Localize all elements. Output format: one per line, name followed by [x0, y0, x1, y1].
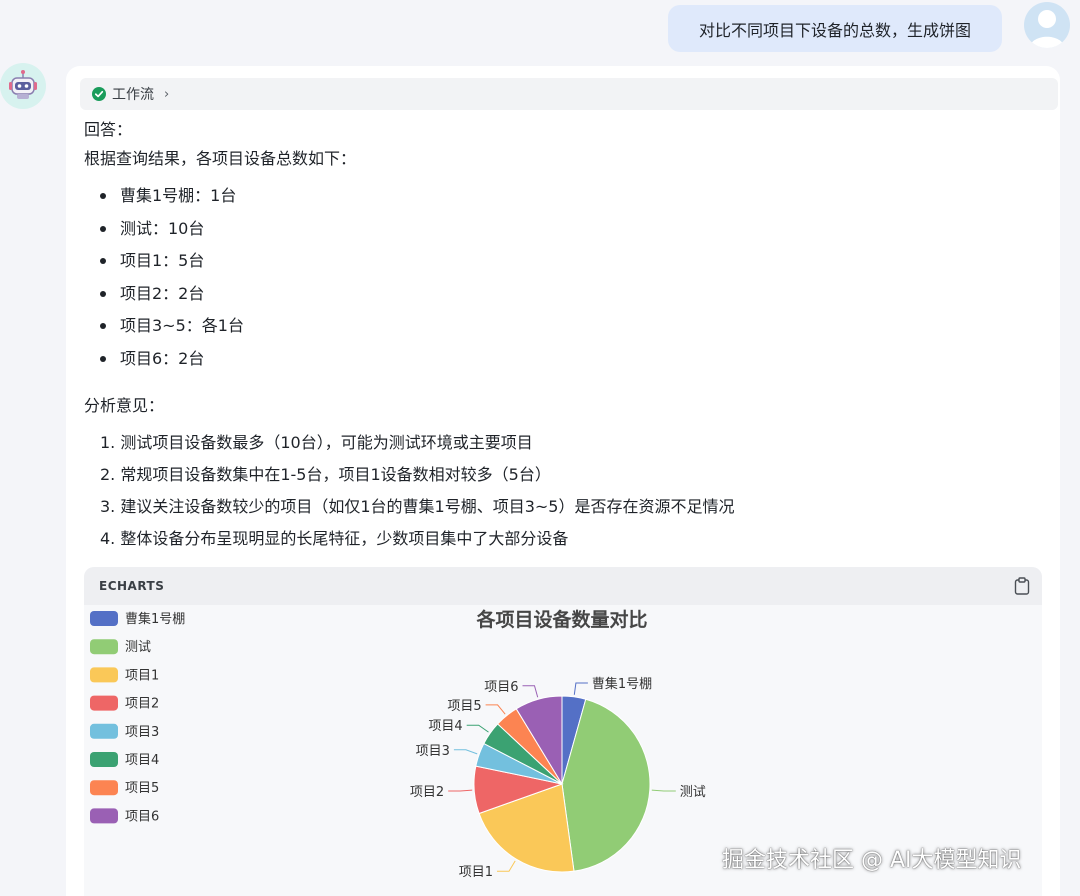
legend-label[interactable]: 项目4 — [125, 753, 159, 768]
echarts-label: ECHARTS — [99, 579, 165, 593]
pie-label-line — [522, 685, 539, 698]
pie-label: 项目3 — [416, 744, 450, 759]
legend-label[interactable]: 曹集1号棚 — [125, 611, 185, 627]
bot-avatar — [0, 63, 46, 109]
robot-icon — [9, 70, 37, 99]
analysis-list: 1. 测试项目设备数最多（10台），可能为测试环境或主要项目 2. 常规项目设备… — [100, 430, 734, 558]
pie-label-line — [485, 704, 506, 715]
device-count-list: 曹集1号棚：1台 测试：10台 项目1：5台 项目2：2台 项目3~5：各1台 … — [100, 183, 244, 378]
legend-swatch[interactable] — [90, 723, 118, 739]
workflow-label: 工作流 — [112, 87, 154, 103]
answer-intro: 根据查询结果，各项目设备总数如下： — [84, 149, 357, 168]
pie-slices — [473, 695, 651, 873]
chart-title: 各项目设备数量对比 — [475, 608, 647, 631]
pie-label-line — [453, 749, 478, 755]
legend-swatch[interactable] — [90, 639, 118, 655]
user-avatar — [1024, 2, 1070, 48]
pie-label: 曹集1号棚 — [592, 676, 652, 692]
list-item: 项目6：2台 — [100, 346, 244, 379]
pie-label-line — [573, 682, 588, 695]
legend-swatch[interactable] — [90, 611, 118, 626]
legend-swatch[interactable] — [90, 808, 118, 824]
chart-legend: 曹集1号棚测试项目1 项目2 项目3 项目4 项目5 项目6 — [90, 611, 185, 824]
legend-label[interactable]: 测试 — [125, 640, 151, 655]
pie-label-line — [497, 860, 516, 872]
list-item: 1. 测试项目设备数最多（10台），可能为测试环境或主要项目 — [100, 433, 533, 452]
user-message-text: 对比不同项目下设备的总数，生成饼图 — [698, 20, 971, 40]
legend-swatch[interactable] — [90, 667, 118, 683]
list-item: 测试：10台 — [100, 216, 244, 249]
workflow-toggle[interactable]: 工作流 › — [80, 78, 1058, 110]
pie-label: 项目6 — [484, 680, 518, 695]
legend-label[interactable]: 项目6 — [125, 809, 159, 824]
pie-label: 项目5 — [447, 699, 481, 714]
pie-label: 项目1 — [459, 865, 493, 880]
watermark: 掘金技术社区 @ AI大模型知识 — [722, 848, 1022, 873]
echarts-header: ECHARTS — [84, 567, 1042, 605]
legend-label[interactable]: 项目1 — [125, 668, 159, 683]
user-message-bubble: 对比不同项目下设备的总数，生成饼图 — [668, 5, 1002, 52]
analysis-heading: 分析意见： — [84, 396, 165, 415]
chevron-right-icon: › — [164, 86, 170, 102]
answer-heading: 回答： — [84, 120, 133, 139]
list-item: 项目3~5：各1台 — [100, 313, 244, 346]
legend-swatch[interactable] — [90, 752, 118, 767]
pie-label-line — [448, 789, 473, 792]
user-avatar-icon — [1029, 10, 1065, 48]
legend-label[interactable]: 项目2 — [125, 697, 159, 712]
list-item: 项目1：5台 — [100, 248, 244, 281]
check-circle-icon — [92, 87, 106, 101]
list-item: 曹集1号棚：1台 — [100, 183, 244, 216]
pie-label: 项目4 — [428, 719, 462, 734]
legend-label[interactable]: 项目3 — [125, 725, 159, 740]
list-item: 3. 建议关注设备数较少的项目（如仅1台的曹集1号棚、项目3~5）是否存在资源不… — [100, 497, 735, 516]
clipboard-icon[interactable] — [1014, 577, 1030, 595]
list-item: 4. 整体设备分布呈现明显的长尾特征，少数项目集中了大部分设备 — [100, 529, 569, 548]
legend-swatch[interactable] — [90, 695, 118, 711]
list-item: 2. 常规项目设备数集中在1-5台，项目1设备数相对较多（5台） — [100, 465, 551, 484]
pie-label-line — [651, 789, 676, 792]
legend-swatch[interactable] — [90, 780, 118, 796]
legend-label[interactable]: 项目5 — [125, 781, 159, 796]
pie-label: 项目2 — [410, 785, 444, 800]
pie-label-line — [466, 724, 489, 733]
list-item: 项目2：2台 — [100, 281, 244, 314]
pie-label: 测试 — [680, 785, 706, 800]
